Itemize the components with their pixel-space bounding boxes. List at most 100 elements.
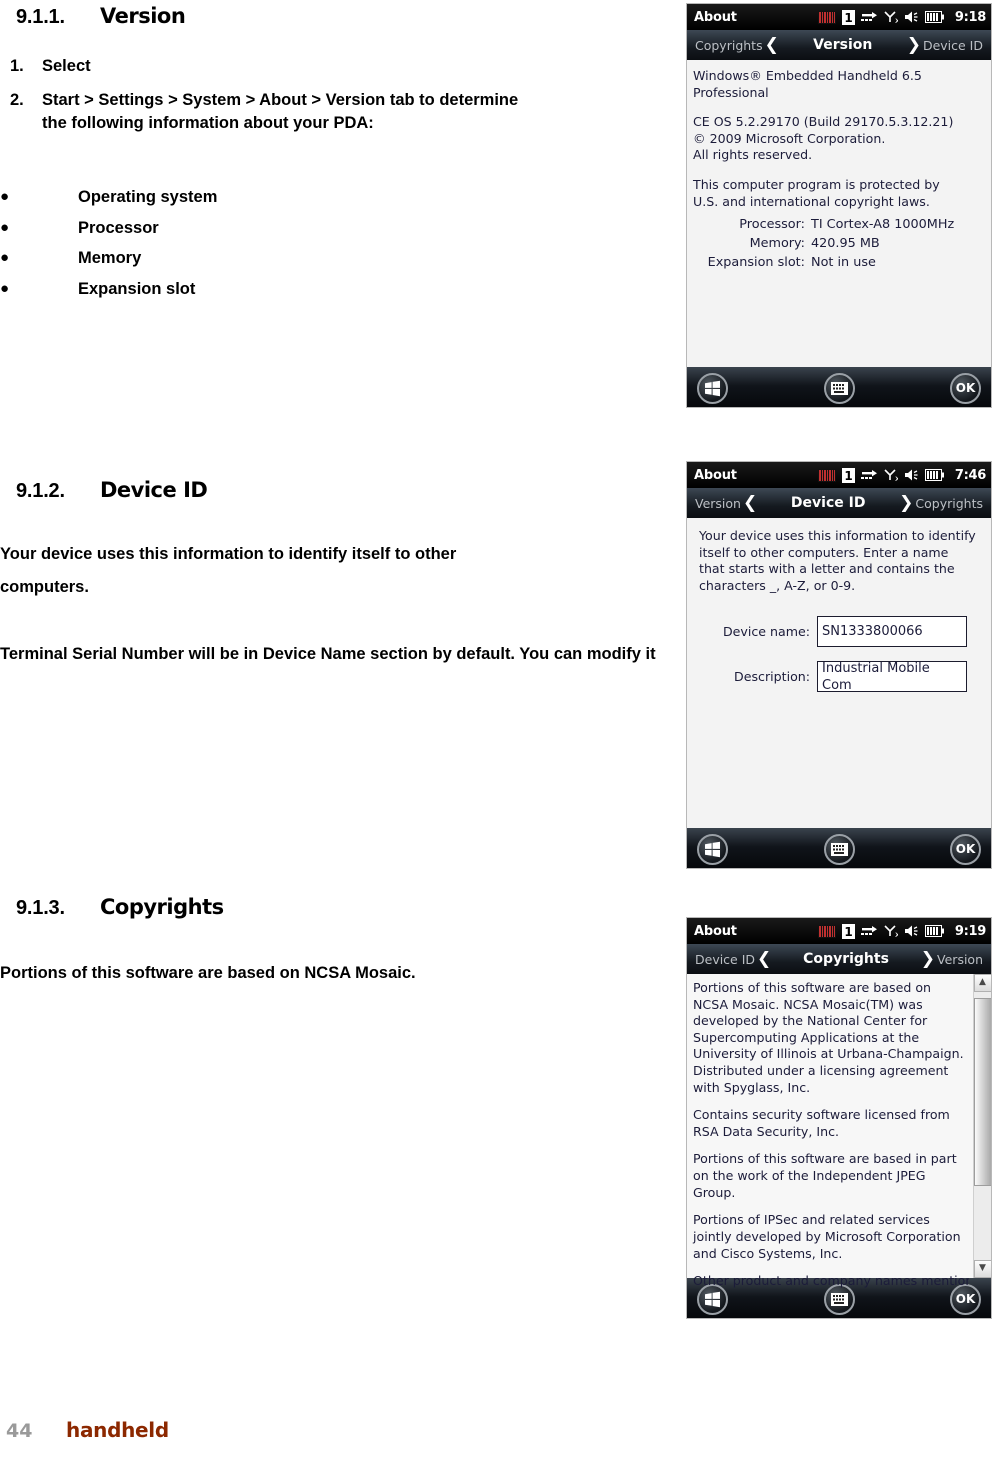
svg-text:1: 1	[844, 925, 852, 939]
profile-count-icon[interactable]: 1	[841, 467, 855, 483]
spec-value: Not in use	[811, 255, 876, 271]
barcode-icon[interactable]	[817, 10, 836, 24]
keyboard-icon[interactable]	[823, 372, 855, 404]
volume-speaker-icon[interactable]	[904, 10, 919, 24]
protection-line-1: This computer program is protected by	[693, 177, 940, 193]
spec-label: Expansion slot:	[707, 255, 805, 271]
status-icons: 1 x 9:18	[817, 9, 986, 25]
os-line: Windows® Embedded Handheld 6.5 Professio…	[693, 68, 922, 100]
table-row: Processor: TI Cortex-A8 1000MHz	[693, 216, 985, 235]
section-title: Copyrights	[100, 895, 224, 919]
list-item: ● Operating system	[0, 187, 640, 208]
profile-count-icon[interactable]: 1	[841, 9, 855, 25]
spec-value: 420.95 MB	[811, 236, 880, 252]
battery-icon[interactable]	[924, 11, 944, 23]
scrollbar-thumb[interactable]	[973, 998, 991, 1186]
pda-titlebar: About 1 x 9:18	[687, 4, 991, 30]
description-row: Description: Industrial Mobile Com	[699, 661, 985, 693]
tab-next-label[interactable]: Version	[937, 952, 983, 967]
chevron-left-icon[interactable]: ❮	[763, 36, 781, 54]
copyright-paragraph: Portions of IPSec and related services j…	[693, 1212, 961, 1261]
keyboard-icon[interactable]	[823, 833, 855, 865]
spec-label: Memory:	[749, 236, 805, 252]
scrollbar-track[interactable]	[973, 992, 991, 1260]
signal-no-service-icon[interactable]: x	[884, 924, 898, 938]
pda-screenshot-device-id: About 1 x 7:46 Version	[686, 461, 992, 869]
section-heading-version: 9.1.1. Version	[0, 4, 680, 29]
chevron-right-icon[interactable]: ❯	[905, 36, 923, 54]
svg-text:1: 1	[844, 469, 852, 483]
barcode-icon[interactable]	[817, 924, 836, 938]
volume-speaker-icon[interactable]	[904, 924, 919, 938]
list-item: ● Expansion slot	[0, 279, 640, 300]
copyright-line: © 2009 Microsoft Corporation.	[693, 130, 886, 146]
pda-screenshot-copyrights: About 1 x 9:19 Device I	[686, 917, 992, 1319]
copyright-paragraph: Portions of this software are based on N…	[693, 980, 964, 1095]
tab-next-label[interactable]: Copyrights	[915, 496, 983, 511]
list-marker: 2.	[10, 91, 24, 110]
signal-no-service-icon[interactable]: x	[884, 10, 898, 24]
svg-text:x: x	[895, 16, 898, 24]
page-footer: 44 handheld	[0, 1418, 169, 1442]
list-item: 2. Start > Settings > System > About > V…	[0, 89, 640, 134]
device-name-label: Device name:	[722, 623, 810, 639]
list-text: Operating system	[78, 188, 218, 206]
tab-prev-label[interactable]: Device ID	[695, 952, 755, 967]
profile-count-icon[interactable]: 1	[841, 923, 855, 939]
device-name-input[interactable]: SN1333800066	[817, 616, 967, 648]
pda-tabbar: Version ❮ Device ID ❯ Copyrights	[687, 488, 991, 518]
copyright-paragraph: Portions of this software are based in p…	[693, 1151, 957, 1200]
ok-button[interactable]: OK	[950, 833, 981, 865]
list-text: Start > Settings > System > About > Vers…	[42, 91, 519, 132]
pda-app-title: About	[694, 467, 737, 483]
bullet-icon: ●	[0, 279, 10, 297]
start-icon[interactable]	[697, 372, 728, 404]
chevron-right-icon[interactable]: ❯	[897, 494, 915, 512]
pda-titlebar: About 1 x 9:19	[687, 918, 991, 944]
tab-prev-label[interactable]: Copyrights	[695, 38, 763, 53]
description-input[interactable]: Industrial Mobile Com	[817, 661, 967, 693]
svg-text:x: x	[895, 474, 898, 482]
svg-text:1: 1	[844, 11, 852, 25]
list-item: ● Memory	[0, 248, 640, 269]
tab-current-label: Copyrights	[803, 951, 889, 967]
pda-app-title: About	[694, 923, 737, 939]
tab-next-label[interactable]: Device ID	[923, 38, 983, 53]
ce-os-line: CE OS 5.2.29170 (Build 29170.5.3.12.21)	[693, 114, 954, 130]
pda-clock: 9:18	[954, 9, 986, 25]
pda-tabbar: Device ID ❮ Copyrights ❯ Version	[687, 944, 991, 974]
scroll-down-icon[interactable]: ▼	[973, 1260, 991, 1278]
connectivity-sync-icon[interactable]	[860, 468, 878, 482]
pda-taskbar: OK	[687, 367, 991, 407]
start-icon[interactable]	[697, 833, 728, 865]
scroll-up-icon[interactable]: ▲	[973, 974, 991, 992]
table-row: Memory: 420.95 MB	[693, 235, 985, 254]
pda-tabbar: Copyrights ❮ Version ❯ Device ID	[687, 30, 991, 60]
chevron-left-icon[interactable]: ❮	[741, 494, 759, 512]
copyrights-content: Portions of this software are based on N…	[687, 974, 991, 1288]
version-bullets-list: ● Operating system ● Processor ● Memory …	[0, 187, 640, 310]
connectivity-sync-icon[interactable]	[860, 10, 878, 24]
section-title: Device ID	[100, 478, 208, 502]
pda-clock: 9:19	[954, 923, 986, 939]
tab-current-label: Device ID	[790, 495, 866, 511]
section-heading-device-id: 9.1.2. Device ID	[0, 478, 680, 503]
pda-app-title: About	[694, 9, 737, 25]
list-text: Expansion slot	[78, 279, 196, 298]
list-text: Processor	[78, 218, 159, 237]
ok-button[interactable]: OK	[950, 372, 981, 404]
connectivity-sync-icon[interactable]	[860, 924, 878, 938]
battery-icon[interactable]	[924, 469, 944, 481]
battery-icon[interactable]	[924, 925, 944, 937]
section-title: Version	[100, 4, 186, 28]
signal-no-service-icon[interactable]: x	[884, 468, 898, 482]
chevron-left-icon[interactable]: ❮	[755, 950, 773, 968]
volume-speaker-icon[interactable]	[904, 468, 919, 482]
vertical-scrollbar[interactable]: ▲ ▼	[973, 974, 991, 1278]
chevron-right-icon[interactable]: ❯	[919, 950, 937, 968]
tab-prev-label[interactable]: Version	[695, 496, 741, 511]
tab-current-label: Version	[813, 37, 873, 53]
version-steps-list: 1. Select 2. Start > Settings > System >…	[0, 55, 640, 146]
barcode-icon[interactable]	[817, 468, 836, 482]
copyrights-paragraph-1: Portions of this software are based on N…	[0, 964, 416, 982]
